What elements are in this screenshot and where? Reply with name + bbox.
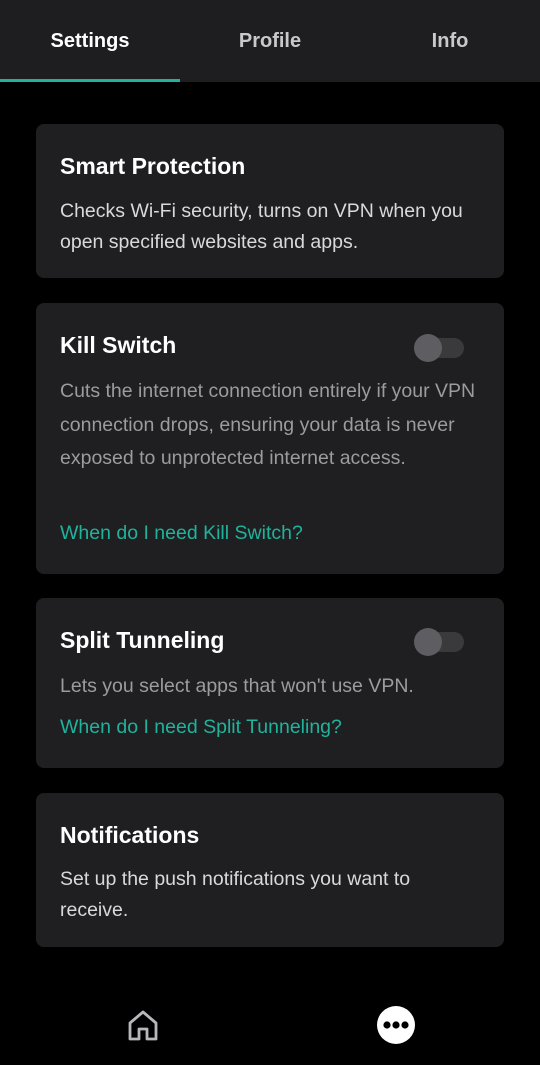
more-icon — [377, 1006, 415, 1044]
split-tunneling-title: Split Tunneling — [60, 627, 225, 653]
smart-protection-title: Smart Protection — [60, 153, 246, 179]
smart-protection-description: Checks Wi-Fi security, turns on VPN when… — [60, 200, 463, 253]
kill-switch-title: Kill Switch — [60, 332, 177, 358]
split-tunneling-toggle-knob — [414, 628, 442, 656]
tab-profile[interactable]: Profile — [180, 0, 360, 82]
more-button[interactable] — [376, 1005, 416, 1045]
tab-info-label: Info — [431, 29, 469, 52]
split-tunneling-help-link[interactable]: When do I need Split Tunneling? — [60, 716, 342, 739]
notifications-title: Notifications — [60, 822, 200, 848]
notifications-description: Set up the push notifications you want t… — [60, 868, 411, 921]
bottom-nav — [0, 985, 540, 1065]
tab-info[interactable]: Info — [360, 0, 540, 82]
top-tab-bar: Settings Profile Info — [0, 0, 540, 82]
tab-settings-label: Settings — [50, 29, 130, 52]
active-tab-indicator — [0, 79, 180, 82]
notifications-card[interactable]: Notifications Set up the push notificati… — [36, 793, 504, 947]
kill-switch-help-link[interactable]: When do I need Kill Switch? — [60, 522, 303, 545]
kill-switch-toggle-knob — [414, 334, 442, 362]
split-tunneling-card: Split Tunneling Lets you select apps tha… — [36, 598, 504, 768]
home-button[interactable] — [123, 1005, 163, 1045]
home-icon — [128, 1010, 158, 1041]
kill-switch-toggle[interactable] — [414, 334, 464, 362]
kill-switch-card: Kill Switch Cuts the internet connection… — [36, 303, 504, 574]
split-tunneling-description: Lets you select apps that won't use VPN. — [60, 675, 414, 697]
tab-settings[interactable]: Settings — [0, 0, 180, 82]
smart-protection-card[interactable]: Smart Protection Checks Wi-Fi security, … — [36, 124, 504, 278]
kill-switch-description: Cuts the internet connection entirely if… — [60, 380, 476, 469]
tab-profile-label: Profile — [238, 29, 302, 52]
split-tunneling-toggle[interactable] — [414, 628, 464, 656]
